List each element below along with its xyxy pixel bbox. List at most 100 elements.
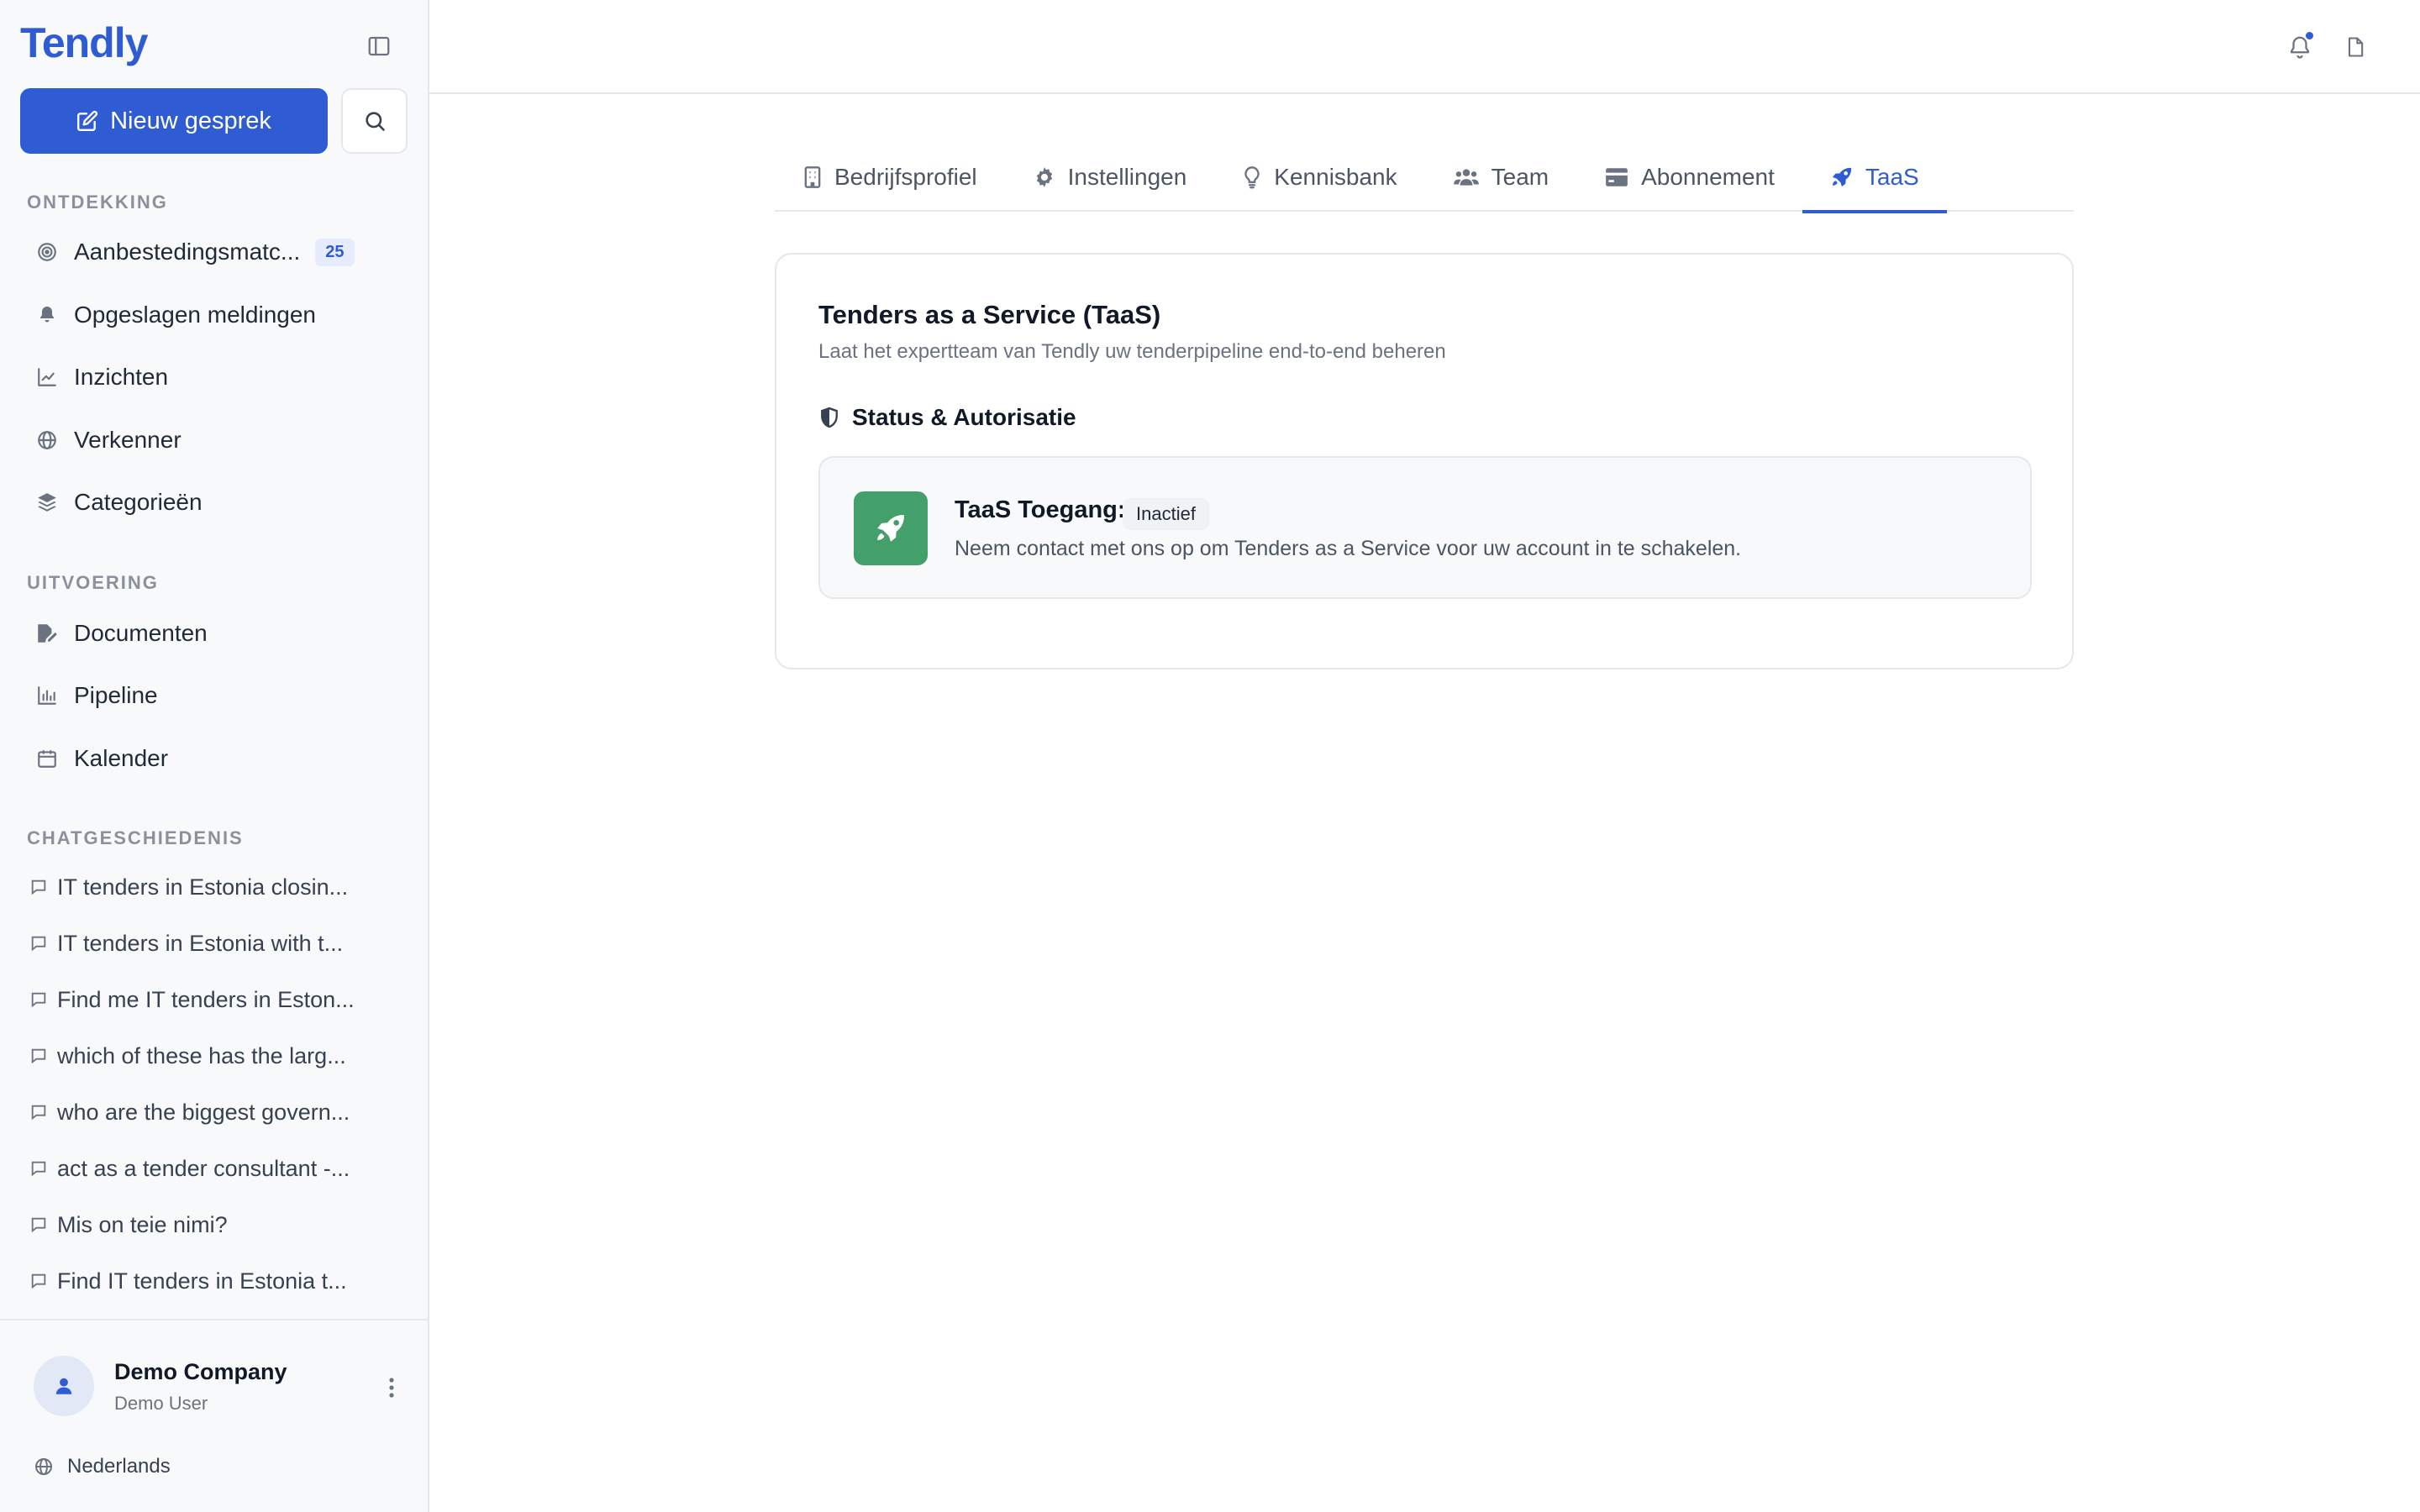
card-title: Tenders as a Service (TaaS) [818,300,1161,329]
message-icon [31,1161,46,1177]
access-status-box: TaaS Toegang: Inactief Neem contact met … [818,456,2032,599]
gear-icon [1036,167,1052,187]
top-bar [429,0,2420,94]
layers-icon [38,493,56,512]
tab-label: Instellingen [1067,164,1187,190]
file-edit-icon [38,624,57,643]
chat-title: IT tenders in Estonia closin... [57,874,349,900]
sidebar-item-label: Verkenner [74,427,182,453]
settings-tabs: Bedrijfsprofiel Instellingen Kennisbank … [775,143,2074,213]
sidebar-toggle-button[interactable] [365,34,398,60]
message-icon [31,1105,46,1121]
tab-company-profile[interactable]: Bedrijfsprofiel [775,143,1005,212]
target-icon [38,243,56,261]
taas-card: Tenders as a Service (TaaS) Laat het exp… [775,253,2074,669]
chat-history-item[interactable]: which of these has the larg... [20,1032,412,1079]
sidebar-item-label: Documenten [74,620,208,646]
bell-icon [40,307,54,323]
user-name: Demo User [114,1393,208,1414]
tab-label: Abonnement [1641,164,1775,190]
chat-title: act as a tender consultant -... [57,1155,350,1181]
chat-history-item[interactable]: Mis on teie nimi? [20,1201,412,1248]
tab-label: TaaS [1865,164,1919,190]
tab-label: Kennisbank [1274,164,1397,190]
status-heading-label: Status & Autorisatie [852,404,1076,430]
tab-label: Team [1491,164,1549,190]
users-icon [1453,169,1479,186]
sidebar-item-calendar[interactable]: Kalender [20,732,412,785]
document-button[interactable] [2337,29,2374,66]
shield-icon [821,407,838,428]
rocket-icon [877,515,904,542]
sidebar-item-insights[interactable]: Inzichten [20,351,412,403]
message-icon [31,992,46,1008]
sidebar-item-documents[interactable]: Documenten [20,607,412,659]
brand-logo[interactable]: Tendly [20,18,148,67]
user-company: Demo Company [114,1359,287,1384]
card-subtitle: Laat het expertteam van Tendly uw tender… [818,340,1446,363]
status-heading: Status & Autorisatie [818,404,1076,431]
section-label-execute: UITVOERING [27,572,159,593]
sidebar-item-pipeline[interactable]: Pipeline [20,669,412,722]
chat-history-item[interactable]: IT tenders in Estonia with t... [20,920,412,967]
chat-history-item[interactable]: IT tenders in Estonia closin... [20,864,412,911]
file-icon [2348,37,2364,57]
language-selector[interactable]: Nederlands [34,1455,171,1478]
language-label: Nederlands [67,1455,171,1478]
message-icon [31,1273,46,1289]
user-menu-button[interactable] [378,1371,405,1404]
globe-icon [35,1458,52,1475]
user-icon [55,1378,72,1394]
notifications-button[interactable] [2281,29,2318,66]
sidebar-item-label: Opgeslagen meldingen [74,302,316,328]
status-badge: Inactief [1123,498,1209,530]
chat-history-item[interactable]: who are the biggest govern... [20,1089,412,1136]
section-label-discover: ONTDEKKING [27,192,168,213]
notification-dot [2304,30,2315,41]
sidebar-item-explorer[interactable]: Verkenner [20,414,412,466]
sidebar-item-label: Categorieën [74,489,203,515]
new-chat-button[interactable]: Nieuw gesprek [20,88,328,154]
sidebar-item-label: Aanbestedingsmatc... [74,239,301,265]
sidebar-toggle-icon [368,36,390,56]
calendar-icon [38,750,56,768]
chat-title: Mis on teie nimi? [57,1211,228,1237]
message-icon [31,879,46,895]
credit-card-icon [1606,168,1628,186]
more-vertical-icon [389,1378,394,1398]
sidebar-item-saved-alerts[interactable]: Opgeslagen meldingen [20,289,412,341]
avatar[interactable] [34,1356,94,1416]
access-label: TaaS Toegang: [955,496,1126,523]
sidebar-footer: Demo Company Demo User Nederlands [0,1319,428,1512]
chat-history-item[interactable]: Find me IT tenders in Eston... [20,976,412,1023]
chat-title: Find me IT tenders in Eston... [57,986,355,1012]
section-label-history: CHATGESCHIEDENIS [27,827,244,848]
search-button[interactable] [341,88,408,154]
access-description: Neem contact met ons op om Tenders as a … [955,537,1742,560]
chat-title: Find IT tenders in Estonia t... [57,1268,347,1294]
sidebar: Tendly Nieuw gesprek ONTDEKKING Aanbeste… [0,0,429,1512]
chat-history-item[interactable]: Find IT tenders in Estonia t... [20,1257,412,1305]
chat-title: IT tenders in Estonia with t... [57,930,344,956]
globe-icon [38,431,56,449]
search-icon [365,112,385,131]
tab-knowledge-base[interactable]: Kennisbank [1214,143,1424,212]
tab-taas[interactable]: TaaS [1802,143,1947,213]
sidebar-item-label: Kalender [74,745,169,771]
count-badge: 25 [315,238,355,266]
chart-line-icon [38,368,56,386]
bar-chart-icon [38,686,56,705]
tab-settings[interactable]: Instellingen [1005,143,1215,212]
message-icon [31,1217,46,1233]
chat-history-item[interactable]: act as a tender consultant -... [20,1145,412,1192]
tab-subscription[interactable]: Abonnement [1576,143,1802,212]
tab-team[interactable]: Team [1425,143,1576,212]
sidebar-item-tender-matches[interactable]: Aanbestedingsmatc... 25 [20,226,412,278]
chat-title: which of these has the larg... [57,1042,346,1068]
new-chat-label: Nieuw gesprek [110,107,271,134]
tab-label: Bedrijfsprofiel [834,164,977,190]
lightbulb-icon [1244,166,1260,189]
sidebar-item-categories[interactable]: Categorieën [20,476,412,528]
rocket-tile [854,491,928,565]
rocket-icon [1832,167,1852,187]
